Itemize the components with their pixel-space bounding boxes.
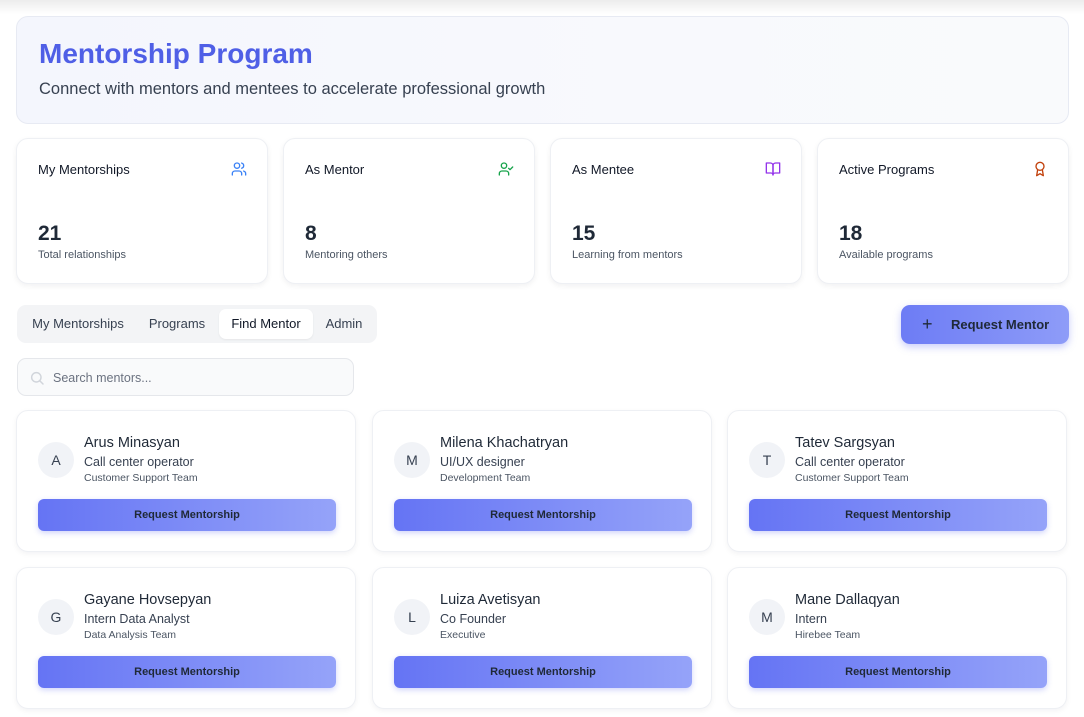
users-icon [231,162,247,176]
mentor-team: Customer Support Team [84,472,198,484]
mentor-name: Tatev Sargsyan [795,435,895,451]
avatar: L [394,599,430,635]
mentor-name: Luiza Avetisyan [440,592,541,608]
plus-icon: + [922,314,933,334]
request-mentorship-button[interactable]: Request Mentorship [38,499,336,531]
stat-card-active-programs: Active Programs 18 Available programs [817,138,1069,284]
mentor-team: Customer Support Team [795,472,909,484]
page-title: Mentorship Program [39,38,313,69]
mentor-role: Call center operator [84,455,194,469]
request-mentorship-button[interactable]: Request Mentorship [749,499,1047,531]
search-placeholder: Search mentors... [53,371,152,385]
stat-card-as-mentor: As Mentor 8 Mentoring others [283,138,535,284]
stat-value: 15 [572,222,596,245]
request-mentor-label: Request Mentor [951,317,1050,332]
stat-card-as-mentee: As Mentee 15 Learning from mentors [550,138,802,284]
request-mentorship-button[interactable]: Request Mentorship [38,656,336,688]
avatar: M [749,599,785,635]
mentor-role: Call center operator [795,455,905,469]
user-check-icon [498,162,514,176]
search-input[interactable]: Search mentors... [17,358,354,396]
stat-card-my-mentorships: My Mentorships 21 Total relationships [16,138,268,284]
tab-programs[interactable]: Programs [137,309,217,339]
mentor-role: Intern Data Analyst [84,612,190,626]
mentor-team: Development Team [440,472,531,484]
search-icon [30,371,44,385]
stat-title: Active Programs [839,162,935,177]
mentor-name: Arus Minasyan [84,435,180,451]
award-icon [1035,161,1045,177]
tab-find-mentor[interactable]: Find Mentor [219,309,313,339]
mentor-team: Executive [440,629,486,641]
stat-subtitle: Total relationships [38,249,127,261]
avatar: T [749,442,785,478]
stat-subtitle: Learning from mentors [572,249,683,261]
mentor-role: UI/UX designer [440,455,525,469]
request-mentorship-button[interactable]: Request Mentorship [394,499,692,531]
tab-bar: My Mentorships Programs Find Mentor Admi… [17,305,377,343]
stat-title: My Mentorships [38,162,130,177]
stat-subtitle: Mentoring others [305,249,388,261]
top-shadow [0,0,1084,14]
avatar: M [394,442,430,478]
mentor-card: L Luiza Avetisyan Co Founder Executive R… [372,567,712,709]
request-mentorship-button[interactable]: Request Mentorship [394,656,692,688]
mentor-card: M Milena Khachatryan UI/UX designer Deve… [372,410,712,552]
mentor-card: G Gayane Hovsepyan Intern Data Analyst D… [16,567,356,709]
mentor-name: Milena Khachatryan [440,435,569,451]
stat-title: As Mentor [305,162,365,177]
mentor-role: Co Founder [440,612,507,626]
mentor-card: M Mane Dallaqyan Intern Hirebee Team Req… [727,567,1067,709]
stat-title: As Mentee [572,162,635,177]
request-mentor-button[interactable]: + Request Mentor [901,305,1069,344]
page-subtitle: Connect with mentors and mentees to acce… [39,80,546,98]
mentor-name: Mane Dallaqyan [795,592,900,608]
mentor-team: Hirebee Team [795,629,861,641]
request-mentorship-button[interactable]: Request Mentorship [749,656,1047,688]
stat-value: 21 [38,222,62,245]
avatar: G [38,599,74,635]
avatar: A [38,442,74,478]
mentor-team: Data Analysis Team [84,629,177,641]
stat-subtitle: Available programs [839,249,933,261]
tab-my-mentorships[interactable]: My Mentorships [21,309,135,339]
header-card: Mentorship Program Connect with mentors … [16,16,1069,124]
stat-value: 8 [305,222,317,245]
mentor-card: A Arus Minasyan Call center operator Cus… [16,410,356,552]
stat-value: 18 [839,222,863,245]
tab-admin[interactable]: Admin [315,309,373,339]
mentor-card: T Tatev Sargsyan Call center operator Cu… [727,410,1067,552]
book-open-icon [765,162,781,176]
mentor-role: Intern [795,612,827,626]
mentor-name: Gayane Hovsepyan [84,592,212,608]
